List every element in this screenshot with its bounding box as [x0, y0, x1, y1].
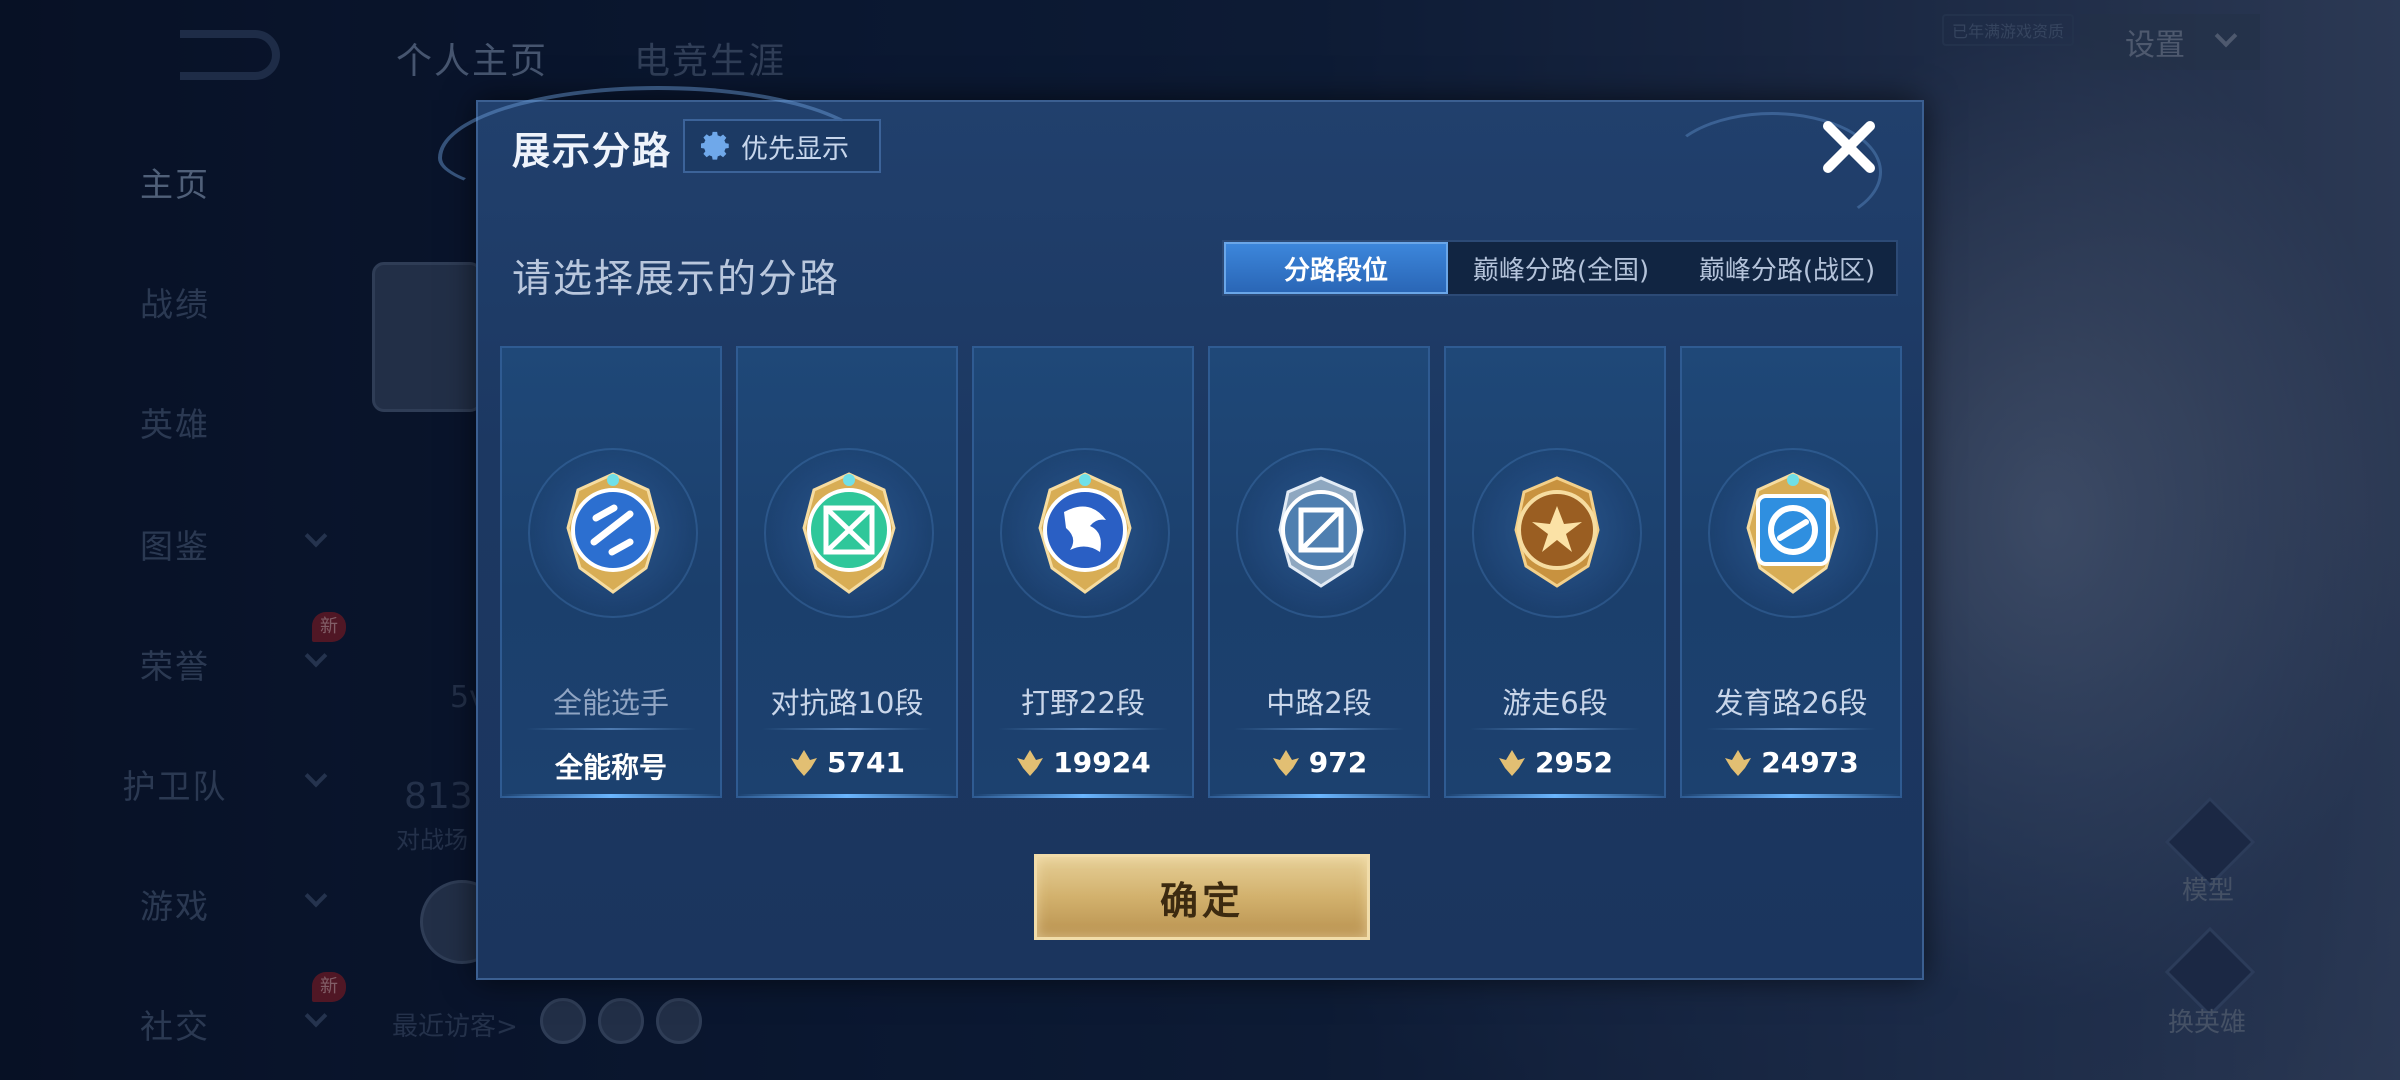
divider	[1706, 728, 1876, 730]
lane-card-value: 2952	[1446, 746, 1664, 779]
lane-card-title: 中路2段	[1266, 686, 1372, 720]
lane-card-mid[interactable]: 中路2段 972	[1208, 346, 1430, 798]
lane-card-value: 972	[1210, 746, 1428, 779]
priority-display-label: 优先显示	[741, 133, 849, 165]
lane-display-dialog: 展示分路 优先显示 请选择展示的分路 分路段位 巅峰分路(全国) 巅峰分路(战区…	[438, 86, 1924, 980]
lane-card-clash[interactable]: 对抗路10段 5741	[736, 346, 958, 798]
tab-peak-lane-national[interactable]: 巅峰分路(全国)	[1448, 242, 1674, 294]
gear-icon	[700, 131, 729, 160]
lane-card-farm[interactable]: 发育路26段 24973	[1680, 346, 1902, 798]
divider	[762, 728, 932, 730]
lane-card-title: 全能选手	[552, 686, 669, 720]
lane-card-value-text: 972	[1308, 746, 1368, 779]
lane-card-value: 5741	[738, 746, 956, 779]
lane-card-list: 全能选手 全能称号 对抗路10段 5741 打野22段 19924 中路2段 9…	[500, 346, 1904, 798]
lane-card-value: 19924	[974, 746, 1192, 779]
jungle-badge-icon	[1038, 472, 1132, 594]
confirm-button[interactable]: 确定	[1034, 854, 1370, 940]
lane-card-title: 打野22段	[1021, 686, 1145, 720]
lane-rank-segmented-control: 分路段位 巅峰分路(全国) 巅峰分路(战区)	[1222, 240, 1898, 296]
lane-card-value-text: 19924	[1053, 746, 1151, 779]
divider	[526, 728, 696, 730]
lane-card-value-text: 全能称号	[554, 751, 667, 784]
tab-lane-rank[interactable]: 分路段位	[1224, 242, 1448, 294]
mid-lane-badge-icon	[1278, 476, 1364, 588]
lane-card-roam[interactable]: 游走6段 2952	[1444, 346, 1666, 798]
peak-points-icon	[1017, 749, 1044, 776]
lane-card-value-text: 2952	[1535, 746, 1613, 779]
select-lane-prompt: 请选择展示的分路	[512, 257, 841, 302]
peak-points-icon	[1725, 749, 1752, 776]
lane-card-all-round[interactable]: 全能选手 全能称号	[500, 346, 722, 798]
lane-card-value-text: 24973	[1761, 746, 1859, 779]
clash-lane-badge-icon	[802, 472, 896, 594]
peak-points-icon	[1272, 749, 1299, 776]
lane-card-title: 对抗路10段	[770, 686, 924, 720]
tab-peak-lane-region[interactable]: 巅峰分路(战区)	[1674, 242, 1900, 294]
dialog-title: 展示分路	[512, 129, 673, 173]
divider	[998, 728, 1168, 730]
priority-display-button[interactable]: 优先显示	[683, 119, 881, 173]
roam-badge-icon	[1514, 476, 1600, 588]
lane-card-value-text: 5741	[827, 746, 905, 779]
divider	[1234, 728, 1404, 730]
lane-card-value: 24973	[1682, 746, 1900, 779]
lane-card-title: 游走6段	[1502, 686, 1608, 720]
close-icon[interactable]	[1816, 114, 1882, 180]
lane-card-title: 发育路26段	[1714, 686, 1868, 720]
peak-points-icon	[1499, 749, 1526, 776]
peak-points-icon	[791, 749, 818, 776]
farm-lane-badge-icon	[1746, 472, 1840, 594]
divider	[1470, 728, 1640, 730]
all-round-badge-icon	[566, 472, 660, 594]
lane-card-jungle[interactable]: 打野22段 19924	[972, 346, 1194, 798]
lane-card-value: 全能称号	[502, 746, 720, 786]
